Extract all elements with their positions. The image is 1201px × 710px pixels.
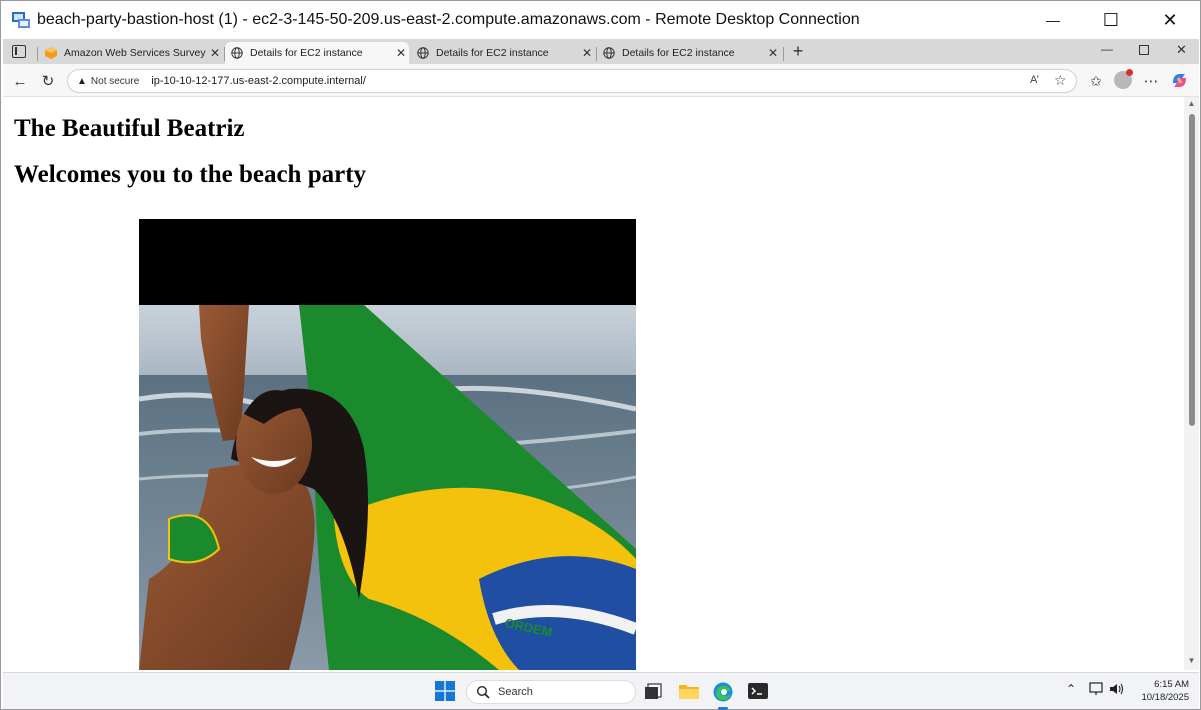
browser-restore-button[interactable] xyxy=(1139,45,1149,55)
browser-close-button[interactable]: ✕ xyxy=(1176,42,1187,58)
edge-browser-button[interactable] xyxy=(712,681,734,710)
remote-desktop-icon xyxy=(11,10,31,30)
tab-aws-survey[interactable]: Amazon Web Services Survey ✕ xyxy=(39,42,223,64)
tab-close-icon[interactable]: ✕ xyxy=(765,46,781,60)
back-arrow-icon: ← xyxy=(12,72,28,90)
tab-ec2-details-active[interactable]: Details for EC2 instance ✕ xyxy=(225,42,409,64)
globe-icon xyxy=(603,47,615,59)
window-title: beach-party-bastion-host (1) - ec2-3-145… xyxy=(37,11,860,28)
search-label: Search xyxy=(498,686,533,698)
read-aloud-icon[interactable]: A’ xyxy=(1030,74,1039,86)
close-window-button[interactable]: ✕ xyxy=(1141,1,1199,39)
notification-dot xyxy=(1126,69,1133,76)
favorites-icon: ✩ xyxy=(1090,72,1102,89)
chevron-up-icon: ⌃ xyxy=(1066,682,1077,696)
address-bar[interactable]: ▲ Not secure ip-10-10-12-177.us-east-2.c… xyxy=(67,69,1077,93)
search-icon xyxy=(476,685,490,699)
system-clock[interactable]: 6:15 AM 10/18/2025 xyxy=(1131,678,1189,704)
browser-toolbar: ← ↻ ▲ Not secure ip-10-10-12-177.us-east… xyxy=(3,64,1199,97)
aws-icon xyxy=(45,47,57,59)
security-label[interactable]: Not secure xyxy=(91,76,139,87)
clock-time: 6:15 AM xyxy=(1154,679,1189,690)
task-view-icon xyxy=(645,683,662,699)
tab-close-icon[interactable]: ✕ xyxy=(579,46,595,60)
browser-tab-strip: Amazon Web Services Survey ✕ Details for… xyxy=(3,39,1199,64)
tab-close-icon[interactable]: ✕ xyxy=(207,46,223,60)
new-tab-button[interactable]: + xyxy=(788,41,808,61)
warning-icon: ▲ xyxy=(77,75,87,87)
clock-date: 10/18/2025 xyxy=(1141,692,1189,703)
file-explorer-button[interactable] xyxy=(678,681,700,703)
volume-icon[interactable] xyxy=(1109,682,1125,699)
ellipsis-icon: ⋯ xyxy=(1143,73,1159,90)
scrollbar-thumb[interactable] xyxy=(1189,114,1195,426)
tab-label: Details for EC2 instance xyxy=(436,47,549,59)
more-options-button[interactable]: ⋯ xyxy=(1140,70,1162,92)
tab-ec2-details[interactable]: Details for EC2 instance ✕ xyxy=(411,42,595,64)
close-icon: ✕ xyxy=(1162,9,1178,30)
scroll-up-icon[interactable]: ▲ xyxy=(1186,99,1197,108)
remote-desktop-window: beach-party-bastion-host (1) - ec2-3-145… xyxy=(0,0,1201,710)
windows-taskbar: Search ⌃ 6:15 AM 10/18/2025 xyxy=(3,672,1199,710)
minimize-icon: — xyxy=(1046,12,1060,28)
windows-logo-icon xyxy=(435,681,455,701)
start-button[interactable] xyxy=(435,681,457,703)
favorites-button[interactable]: ✩ xyxy=(1085,70,1107,92)
page-heading-welcome: Welcomes you to the beach party xyxy=(14,161,367,188)
tab-label: Details for EC2 instance xyxy=(622,47,735,59)
edge-icon xyxy=(713,682,733,702)
minimize-button[interactable]: — xyxy=(1024,1,1082,39)
beach-party-photo: ORDEM xyxy=(139,219,636,670)
tab-label: Details for EC2 instance xyxy=(250,47,363,59)
web-page: The Beautiful Beatriz Welcomes you to th… xyxy=(3,97,1184,670)
tab-close-icon[interactable]: ✕ xyxy=(393,46,409,60)
terminal-icon xyxy=(748,683,768,699)
scroll-down-icon[interactable]: ▼ xyxy=(1186,656,1197,665)
page-heading-name: The Beautiful Beatriz xyxy=(14,115,245,142)
refresh-icon: ↻ xyxy=(41,73,55,90)
browser-minimize-button[interactable]: — xyxy=(1101,42,1113,56)
globe-icon xyxy=(417,47,429,59)
folder-icon xyxy=(679,685,699,699)
refresh-button[interactable]: ↻ xyxy=(37,70,59,92)
terminal-button[interactable] xyxy=(747,681,769,703)
page-scrollbar[interactable]: ▲ ▼ xyxy=(1184,97,1199,670)
photo-illustration: ORDEM xyxy=(139,219,636,670)
task-view-button[interactable] xyxy=(644,681,666,703)
tab-label: Amazon Web Services Survey xyxy=(64,47,206,59)
rdp-title-bar: beach-party-bastion-host (1) - ec2-3-145… xyxy=(1,1,1200,39)
maximize-button[interactable]: ☐ xyxy=(1082,1,1140,39)
tab-actions-icon[interactable] xyxy=(12,45,26,58)
taskbar-search[interactable]: Search xyxy=(466,680,636,704)
network-icon[interactable] xyxy=(1089,682,1105,699)
url-text[interactable]: ip-10-10-12-177.us-east-2.compute.intern… xyxy=(151,75,366,87)
copilot-icon[interactable] xyxy=(1170,71,1189,90)
tab-ec2-details[interactable]: Details for EC2 instance ✕ xyxy=(597,42,781,64)
profile-avatar[interactable] xyxy=(1114,69,1133,89)
favorite-star-icon[interactable]: ☆ xyxy=(1054,72,1067,89)
back-button[interactable]: ← xyxy=(9,70,31,92)
show-hidden-icons-button[interactable]: ⌃ xyxy=(1066,682,1076,696)
globe-icon xyxy=(231,47,243,59)
maximize-icon: ☐ xyxy=(1102,9,1120,30)
